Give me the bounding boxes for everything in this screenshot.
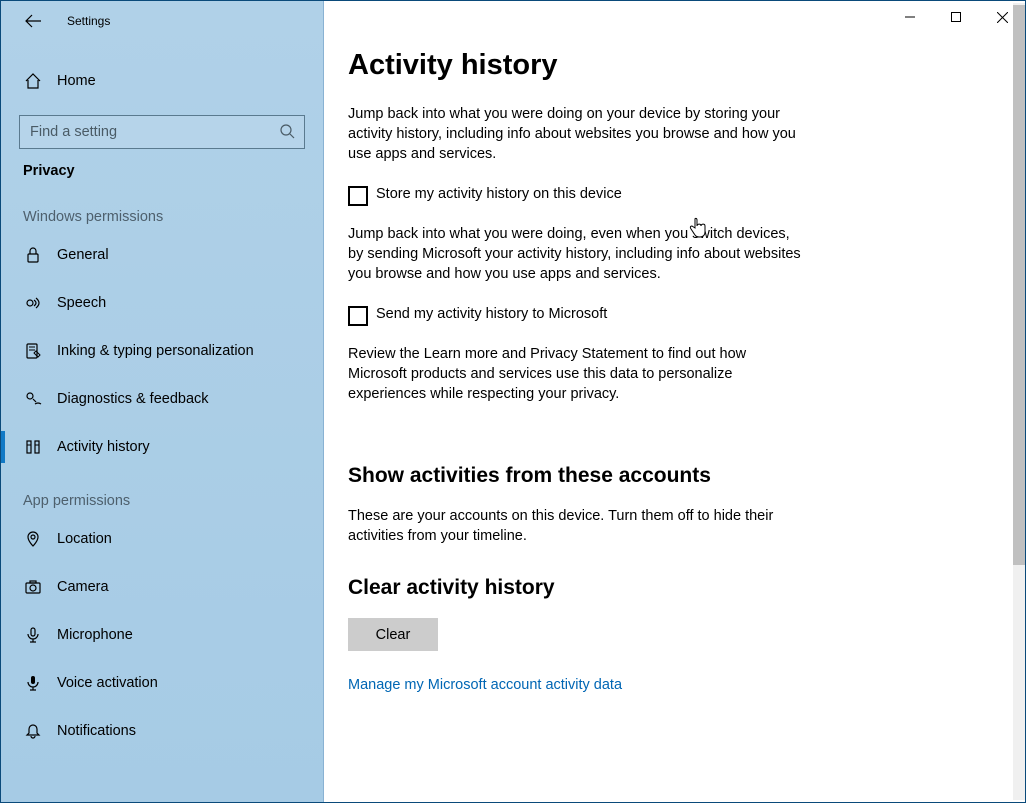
voice-icon bbox=[23, 673, 43, 693]
checkbox-send-history[interactable] bbox=[348, 306, 368, 326]
sidebar-item-label: General bbox=[57, 247, 109, 263]
arrow-left-icon bbox=[24, 12, 42, 30]
group-label-windows-permissions: Windows permissions bbox=[23, 209, 323, 225]
subheading-accounts: Show activities from these accounts bbox=[348, 464, 985, 488]
nav-list-app-permissions: Location Camera Microphone Voice activat… bbox=[1, 515, 323, 755]
sidebar-item-speech[interactable]: Speech bbox=[1, 279, 323, 327]
subheading-clear: Clear activity history bbox=[348, 576, 985, 600]
accounts-text: These are your accounts on this device. … bbox=[348, 506, 808, 546]
home-icon bbox=[23, 71, 43, 91]
checkbox-store-history[interactable] bbox=[348, 186, 368, 206]
checkbox-row-send: Send my activity history to Microsoft bbox=[348, 306, 985, 326]
sidebar-item-inking[interactable]: Inking & typing personalization bbox=[1, 327, 323, 375]
microphone-icon bbox=[23, 625, 43, 645]
sidebar-item-label: Diagnostics & feedback bbox=[57, 391, 209, 407]
sidebar-item-label: Microphone bbox=[57, 627, 133, 643]
checkbox-row-store: Store my activity history on this device bbox=[348, 186, 985, 206]
group-label-app-permissions: App permissions bbox=[23, 493, 323, 509]
intro-text-2: Jump back into what you were doing, even… bbox=[348, 224, 808, 284]
intro-text-1: Jump back into what you were doing on yo… bbox=[348, 104, 808, 164]
sidebar-item-general[interactable]: General bbox=[1, 231, 323, 279]
location-icon bbox=[23, 529, 43, 549]
privacy-note: Review the Learn more and Privacy Statem… bbox=[348, 344, 808, 404]
sidebar-item-camera[interactable]: Camera bbox=[1, 563, 323, 611]
search-input[interactable] bbox=[19, 115, 305, 149]
window-title: Settings bbox=[67, 14, 110, 28]
sidebar-item-label: Home bbox=[57, 73, 96, 89]
sidebar-item-label: Inking & typing personalization bbox=[57, 343, 254, 359]
sidebar-item-label: Notifications bbox=[57, 723, 136, 739]
sidebar-item-home[interactable]: Home bbox=[1, 61, 323, 101]
sidebar-item-location[interactable]: Location bbox=[1, 515, 323, 563]
activity-icon bbox=[23, 437, 43, 457]
speech-icon bbox=[23, 293, 43, 313]
bell-icon bbox=[23, 721, 43, 741]
settings-window: Settings Home Privacy Windows permission… bbox=[0, 0, 1026, 803]
clear-button[interactable]: Clear bbox=[348, 618, 438, 651]
sidebar-item-label: Location bbox=[57, 531, 112, 547]
search-container bbox=[19, 115, 305, 149]
lock-icon bbox=[23, 245, 43, 265]
content-area: Activity history Jump back into what you… bbox=[324, 1, 1025, 802]
breadcrumb: Privacy bbox=[23, 163, 323, 179]
sidebar-item-label: Speech bbox=[57, 295, 106, 311]
camera-icon bbox=[23, 577, 43, 597]
sidebar-item-diagnostics[interactable]: Diagnostics & feedback bbox=[1, 375, 323, 423]
inking-icon bbox=[23, 341, 43, 361]
titlebar: Settings bbox=[1, 1, 323, 41]
manage-account-link[interactable]: Manage my Microsoft account activity dat… bbox=[348, 677, 622, 693]
nav-list-windows-permissions: General Speech Inking & typing personali… bbox=[1, 231, 323, 471]
checkbox-label: Send my activity history to Microsoft bbox=[376, 306, 607, 322]
sidebar-item-voice-activation[interactable]: Voice activation bbox=[1, 659, 323, 707]
checkbox-label: Store my activity history on this device bbox=[376, 186, 622, 202]
sidebar-item-notifications[interactable]: Notifications bbox=[1, 707, 323, 755]
scroll-area: Activity history Jump back into what you… bbox=[324, 1, 1025, 802]
sidebar-item-activity-history[interactable]: Activity history bbox=[1, 423, 323, 471]
page-title: Activity history bbox=[348, 49, 985, 82]
sidebar: Settings Home Privacy Windows permission… bbox=[1, 1, 324, 802]
sidebar-item-label: Voice activation bbox=[57, 675, 158, 691]
sidebar-item-microphone[interactable]: Microphone bbox=[1, 611, 323, 659]
sidebar-item-label: Activity history bbox=[57, 439, 150, 455]
feedback-icon bbox=[23, 389, 43, 409]
sidebar-item-label: Camera bbox=[57, 579, 109, 595]
back-button[interactable] bbox=[21, 9, 45, 33]
